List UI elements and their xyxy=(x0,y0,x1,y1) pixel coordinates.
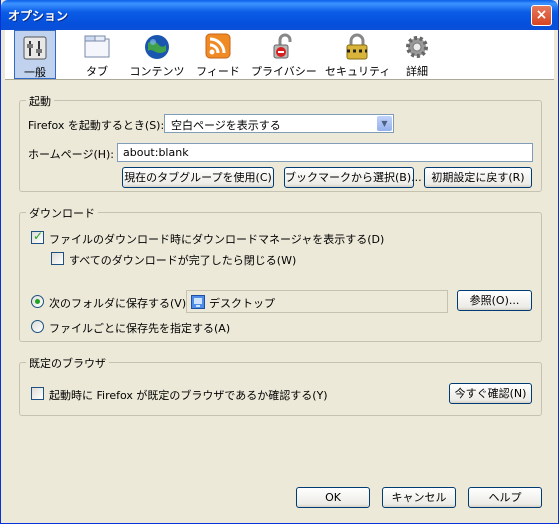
options-window: オプション × 一般 タブ コンテンツ フィード プライバシー セキュリティ 詳… xyxy=(0,0,559,524)
browse-button[interactable]: 参照(O)... xyxy=(457,290,532,311)
show-download-manager-label: ファイルのダウンロード時にダウンロードマネージャを表示する(D) xyxy=(49,233,385,246)
tab-feeds-label: フィード xyxy=(196,65,240,78)
window-title: オプション xyxy=(8,9,69,23)
tab-tabs-label: タブ xyxy=(86,65,108,78)
startup-select[interactable]: 空白ページを表示する ▼ xyxy=(164,114,394,133)
close-when-done-label: すべてのダウンロードが完了したら閉じる(W) xyxy=(69,254,297,267)
startup-group: 起動 Firefox を起動するとき(S): 空白ページを表示する ▼ ホームペ… xyxy=(19,93,542,192)
tab-tabs[interactable]: タブ xyxy=(77,30,117,79)
check-default-label: 起動時に Firefox が既定のブラウザであるか確認する(Y) xyxy=(49,389,328,402)
default-browser-group: 既定のブラウザ 起動時に Firefox が既定のブラウザであるか確認する(Y)… xyxy=(19,355,542,416)
pane-toolbar: 一般 タブ コンテンツ フィード プライバシー セキュリティ 詳細 xyxy=(5,30,554,80)
homepage-label: ホームページ(H): xyxy=(28,148,115,161)
bookmark-select-button[interactable]: ブックマークから選択(B)... xyxy=(284,167,422,188)
startup-when-label: Firefox を起動するとき(S): xyxy=(28,119,165,132)
default-browser-legend: 既定のブラウザ xyxy=(26,355,109,371)
check-default-checkbox[interactable] xyxy=(31,387,44,400)
tab-advanced[interactable]: 詳細 xyxy=(397,30,437,79)
homepage-input[interactable]: about:blank xyxy=(117,143,533,162)
tab-content[interactable]: コンテンツ xyxy=(129,30,185,79)
tab-security[interactable]: セキュリティ xyxy=(325,30,391,79)
chevron-down-icon: ▼ xyxy=(377,116,392,131)
security-icon xyxy=(346,33,368,60)
download-folder-value: デスクトップ xyxy=(209,297,275,310)
close-button[interactable]: × xyxy=(531,5,552,26)
privacy-icon xyxy=(273,33,292,59)
tab-advanced-label: 詳細 xyxy=(406,65,428,78)
tab-content-label: コンテンツ xyxy=(129,65,185,78)
close-when-done-checkbox[interactable] xyxy=(51,252,64,265)
general-icon xyxy=(23,36,47,60)
startup-select-value: 空白ページを表示する xyxy=(171,119,281,132)
tab-general-label: 一般 xyxy=(24,66,46,79)
save-to-folder-radio[interactable] xyxy=(31,295,44,308)
tab-privacy[interactable]: プライバシー xyxy=(251,30,317,79)
downloads-group: ダウンロード ファイルのダウンロード時にダウンロードマネージャを表示する(D) … xyxy=(19,205,542,342)
tabs-icon xyxy=(84,35,110,58)
advanced-icon xyxy=(406,36,428,58)
use-current-tabs-button[interactable]: 現在のタブグループを使用(C) xyxy=(122,167,274,188)
tab-security-label: セキュリティ xyxy=(325,65,391,78)
feeds-icon xyxy=(205,33,231,59)
show-download-manager-checkbox[interactable] xyxy=(31,229,44,244)
downloads-legend: ダウンロード xyxy=(26,205,98,221)
ask-each-time-label: ファイルごとに保存先を指定する(A) xyxy=(49,322,231,335)
tab-general[interactable]: 一般 xyxy=(14,30,56,79)
cancel-button[interactable]: キャンセル xyxy=(382,487,456,508)
desktop-icon xyxy=(191,295,205,309)
tab-privacy-label: プライバシー xyxy=(251,65,317,78)
save-to-folder-label: 次のフォルダに保存する(V) xyxy=(49,297,187,310)
content-icon xyxy=(145,35,169,59)
ask-each-time-radio[interactable] xyxy=(31,320,44,333)
title-bar: オプション × xyxy=(1,0,558,30)
startup-legend: 起動 xyxy=(26,93,54,109)
restore-default-button[interactable]: 初期設定に戻す(R) xyxy=(424,167,532,188)
ok-button[interactable]: OK xyxy=(296,487,370,508)
download-folder-field: デスクトップ xyxy=(186,290,448,313)
help-button[interactable]: ヘルプ xyxy=(468,487,542,508)
tab-feeds[interactable]: フィード xyxy=(193,30,243,79)
check-now-button[interactable]: 今すぐ確認(N) xyxy=(449,383,532,404)
